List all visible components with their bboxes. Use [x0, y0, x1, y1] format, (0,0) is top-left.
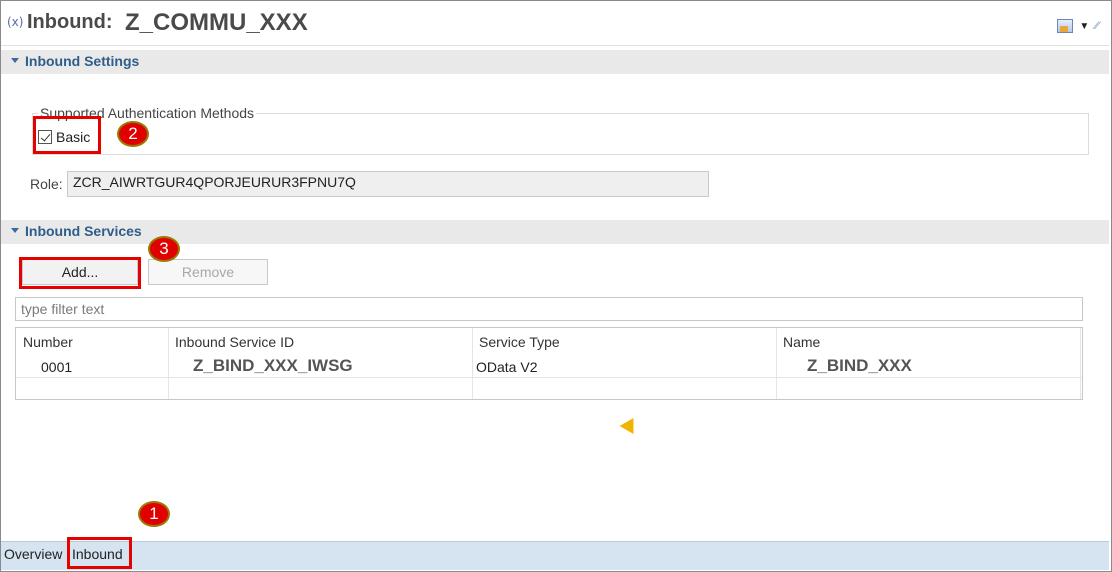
variable-icon: (x): [7, 15, 24, 29]
column-header-number[interactable]: Number: [23, 334, 73, 350]
column-divider: [472, 328, 473, 399]
cell-number: 0001: [41, 359, 73, 375]
cell-name: Z_BIND_XXX: [807, 356, 912, 375]
column-divider: [168, 328, 169, 399]
cell-service-id: Z_BIND_XXX_IWSG: [193, 356, 353, 375]
column-header-name[interactable]: Name: [783, 334, 820, 350]
header-toolbar: ▼ ⁄⁄: [1057, 19, 1099, 33]
row-divider: [16, 377, 1082, 378]
highlight-basic: [33, 116, 101, 154]
column-header-service-type[interactable]: Service Type: [479, 334, 560, 350]
step-badge-2: 2: [117, 121, 149, 147]
page-title: Inbound:: [27, 11, 113, 33]
section-title: Inbound Services: [25, 223, 142, 239]
tab-overview[interactable]: Overview: [4, 546, 62, 562]
step-badge-3: 3: [148, 236, 180, 262]
step-badge-1: 1: [138, 501, 170, 527]
highlight-inbound-tab: [67, 537, 132, 569]
editor-header: (x) Inbound: Z_COMMU_XXX ▼ ⁄⁄: [1, 1, 1109, 45]
minimize-icon[interactable]: ⁄⁄: [1095, 20, 1099, 32]
collapse-arrow-icon[interactable]: [11, 58, 19, 63]
cell-service-type: OData V2: [476, 359, 538, 375]
filter-input[interactable]: [15, 297, 1083, 321]
role-field: ZCR_AIWRTGUR4QPORJEURUR3FPNU7Q: [67, 171, 709, 197]
column-divider: [776, 328, 777, 399]
highlight-add: [19, 257, 141, 289]
display-options-icon[interactable]: [1057, 19, 1074, 33]
dropdown-icon[interactable]: ▼: [1079, 21, 1089, 32]
editor-frame: [0, 0, 1112, 572]
header-divider: [1, 45, 1109, 46]
inbound-services-table: Number Inbound Service ID Service Type N…: [15, 327, 1083, 400]
remove-button[interactable]: Remove: [148, 259, 268, 285]
column-divider: [1080, 328, 1081, 399]
communication-scenario-name: Z_COMMU_XXX: [125, 9, 308, 36]
collapse-arrow-icon[interactable]: [11, 228, 19, 233]
section-title: Inbound Settings: [25, 53, 140, 69]
section-inbound-settings[interactable]: Inbound Settings: [1, 50, 1109, 74]
role-label: Role:: [30, 176, 63, 192]
column-header-service-id[interactable]: Inbound Service ID: [175, 334, 294, 350]
editor-tab-bar: [1, 541, 1109, 570]
